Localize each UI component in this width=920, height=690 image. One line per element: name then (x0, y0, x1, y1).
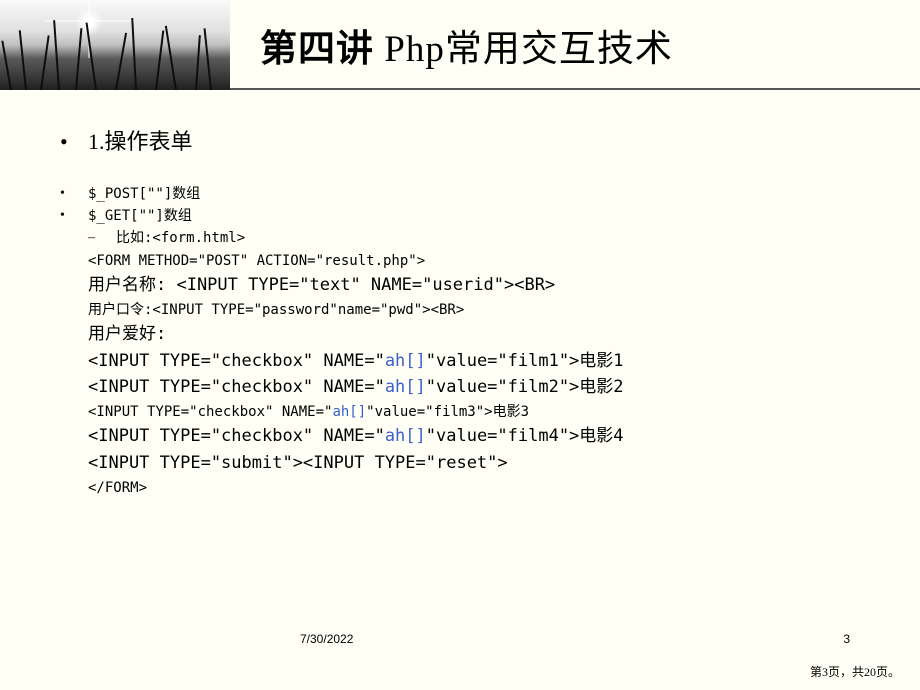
bullet-icon: • (60, 184, 88, 204)
code-checkbox-4: <INPUT TYPE="checkbox" NAME="ah[]"value=… (60, 424, 870, 449)
post-array-text: $_POST[""]数组 (88, 184, 200, 204)
code-username: 用户名称: <INPUT TYPE="text" NAME="userid"><… (60, 273, 870, 298)
bullet-post: • $_POST[""]数组 (60, 184, 870, 204)
slide-content: • 1.操作表单 • $_POST[""]数组 • $_GET[""]数组 – … (0, 90, 920, 498)
code-checkbox-3: <INPUT TYPE="checkbox" NAME="ah[]"value=… (60, 402, 870, 422)
title-rest: Php常用交互技术 (374, 29, 673, 70)
title-bold: 第四讲 (260, 29, 374, 70)
title-underline (230, 88, 920, 90)
dash-icon: – (88, 228, 116, 248)
code-checkbox-2: <INPUT TYPE="checkbox" NAME="ah[]"value=… (60, 375, 870, 400)
cb3-prefix: <INPUT TYPE="checkbox" NAME=" (88, 402, 332, 422)
cb1-highlight: ah[] (385, 349, 426, 374)
section-1-text: 1.操作表单 (88, 126, 193, 158)
code-password: 用户口令:<INPUT TYPE="password"name="pwd"><B… (60, 300, 870, 320)
example-label: 比如:<form.html> (116, 228, 245, 248)
get-array-text: $_GET[""]数组 (88, 206, 192, 226)
cb4-prefix: <INPUT TYPE="checkbox" NAME=" (88, 424, 385, 449)
cb1-prefix: <INPUT TYPE="checkbox" NAME=" (88, 349, 385, 374)
footer-page-info: 第3页，共20页。 (810, 663, 900, 680)
bullet-icon: • (60, 126, 88, 158)
cb2-suffix: "value="film2">电影2 (426, 375, 624, 400)
slide-title: 第四讲 Php常用交互技术 (260, 18, 920, 72)
footer-date: 7/30/2022 (300, 632, 353, 646)
footer-slide-number: 3 (843, 632, 850, 646)
sub-bullet-example: – 比如:<form.html> (60, 228, 870, 248)
cb2-highlight: ah[] (385, 375, 426, 400)
slide-header: 第四讲 Php常用交互技术 (0, 0, 920, 90)
cb2-prefix: <INPUT TYPE="checkbox" NAME=" (88, 375, 385, 400)
code-form-close: </FORM> (60, 478, 870, 498)
cb3-highlight: ah[] (332, 402, 366, 422)
bullet-icon: • (60, 206, 88, 226)
bullet-get: • $_GET[""]数组 (60, 206, 870, 226)
grass-silhouette (0, 35, 230, 90)
title-area: 第四讲 Php常用交互技术 (230, 18, 920, 72)
code-submit-reset: <INPUT TYPE="submit"><INPUT TYPE="reset"… (60, 451, 870, 476)
cb1-suffix: "value="film1">电影1 (426, 349, 624, 374)
code-hobby-label: 用户爱好: (60, 322, 870, 347)
cb3-suffix: "value="film3">电影3 (366, 402, 529, 422)
code-checkbox-1: <INPUT TYPE="checkbox" NAME="ah[]"value=… (60, 349, 870, 374)
cb4-suffix: "value="film4">电影4 (426, 424, 624, 449)
code-form-open: <FORM METHOD="POST" ACTION="result.php"> (60, 251, 870, 271)
cb4-highlight: ah[] (385, 424, 426, 449)
bullet-section-1: • 1.操作表单 (60, 126, 870, 158)
header-decorative-image (0, 0, 230, 90)
